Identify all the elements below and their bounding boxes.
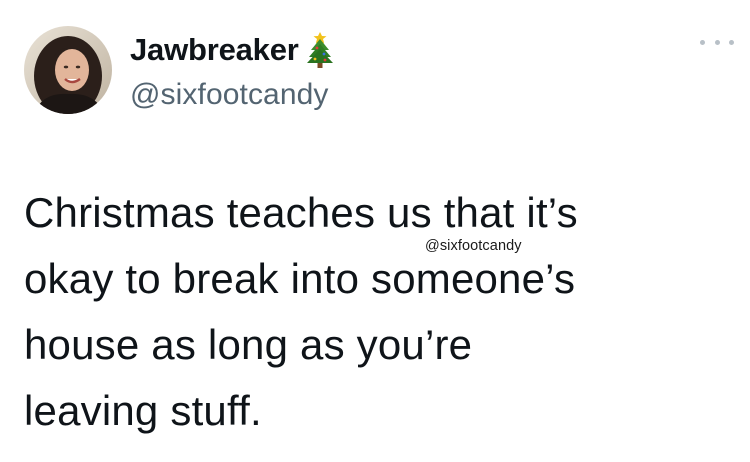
tweet-text-line: leaving stuff. — [24, 387, 262, 434]
tweet-text-line: okay to break into someone’s — [24, 255, 576, 302]
avatar[interactable] — [24, 26, 112, 114]
avatar-image — [24, 26, 112, 114]
dot-icon — [729, 39, 734, 45]
tweet-text: Christmas teaches us that it’s okay to b… — [24, 180, 734, 444]
author-handle[interactable]: @sixfootcandy — [130, 78, 329, 112]
tweet-card: Jawbreaker @sixfootcandy Christmas teach… — [0, 0, 750, 462]
dot-icon — [714, 39, 720, 45]
christmas-tree-icon — [305, 31, 335, 69]
tweet-text-line: house as long as you’re — [24, 321, 473, 368]
tweet-text-line: Christmas teaches us that it’s — [24, 189, 578, 236]
display-name[interactable]: Jawbreaker — [130, 32, 299, 68]
dot-icon — [700, 39, 705, 45]
watermark: @sixfootcandy — [425, 238, 522, 254]
more-options-icon[interactable] — [700, 34, 734, 50]
author-name-row[interactable]: Jawbreaker — [130, 30, 335, 70]
